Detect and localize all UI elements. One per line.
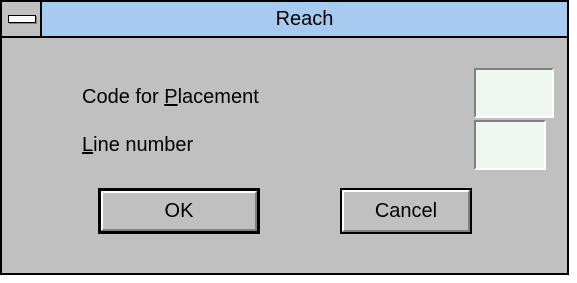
placement-code-input[interactable] bbox=[474, 68, 554, 118]
title-bar: Reach bbox=[2, 2, 567, 38]
placement-label-suffix: lacement bbox=[177, 86, 259, 108]
ok-button-label: OK bbox=[164, 199, 194, 222]
window-title: Reach bbox=[275, 8, 334, 30]
line-number-input[interactable] bbox=[474, 120, 546, 170]
system-menu-bar-icon bbox=[8, 15, 36, 23]
placement-label-prefix: Code for bbox=[82, 86, 165, 108]
placement-label-mnemonic: P bbox=[164, 86, 178, 108]
ok-button[interactable]: OK bbox=[98, 188, 260, 234]
reach-dialog: Reach Code for Placement Line number OK … bbox=[0, 0, 569, 275]
line-number-label-suffix: ine number bbox=[93, 134, 194, 156]
cancel-button[interactable]: Cancel bbox=[340, 188, 472, 234]
cancel-button-label: Cancel bbox=[374, 199, 438, 222]
line-number-label: Line number bbox=[82, 134, 193, 157]
placement-label: Code for Placement bbox=[82, 86, 259, 109]
line-number-label-mnemonic: L bbox=[82, 134, 94, 156]
system-menu-button[interactable] bbox=[2, 2, 42, 36]
